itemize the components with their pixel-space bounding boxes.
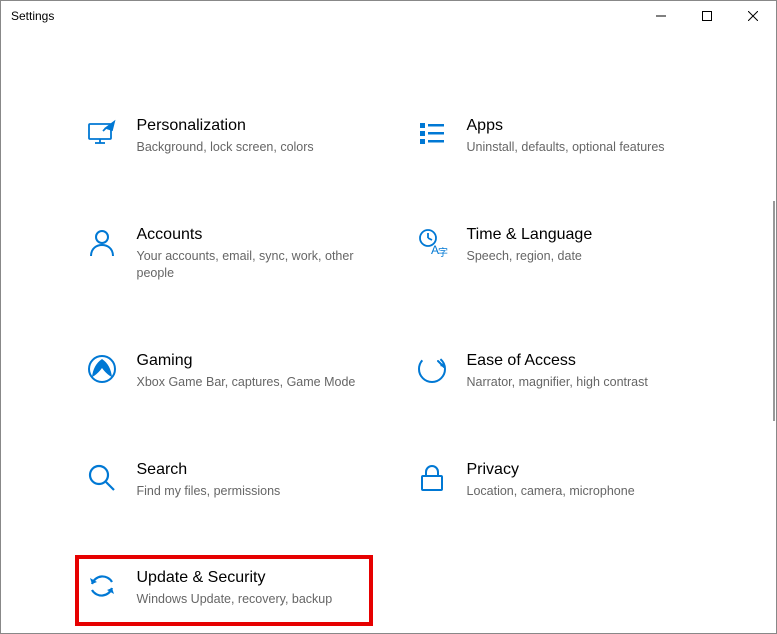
tile-title: Ease of Access (467, 352, 693, 370)
scrollbar[interactable] (773, 201, 775, 421)
settings-content: Personalization Background, lock screen,… (1, 31, 776, 633)
settings-grid: Personalization Background, lock screen,… (79, 111, 699, 618)
apps-icon (415, 117, 449, 151)
tile-title: Update & Security (137, 569, 363, 587)
tile-title: Gaming (137, 352, 363, 370)
tile-time-language[interactable]: A 字 Time & Language Speech, region, date (409, 220, 699, 288)
tile-desc: Uninstall, defaults, optional features (467, 139, 693, 156)
accounts-icon (85, 226, 119, 260)
tile-text: Gaming Xbox Game Bar, captures, Game Mod… (137, 352, 363, 391)
ease-of-access-icon (415, 352, 449, 386)
titlebar: Settings (1, 1, 776, 31)
minimize-button[interactable] (638, 1, 684, 31)
tile-title: Privacy (467, 461, 693, 479)
tile-apps[interactable]: Apps Uninstall, defaults, optional featu… (409, 111, 699, 162)
tile-search[interactable]: Search Find my files, permissions (79, 455, 369, 506)
maximize-button[interactable] (684, 1, 730, 31)
tile-text: Personalization Background, lock screen,… (137, 117, 363, 156)
tile-text: Privacy Location, camera, microphone (467, 461, 693, 500)
tile-title: Search (137, 461, 363, 479)
tile-update-security[interactable]: Update & Security Windows Update, recove… (75, 555, 373, 626)
svg-text:字: 字 (438, 246, 448, 259)
tile-personalization[interactable]: Personalization Background, lock screen,… (79, 111, 369, 162)
tile-desc: Your accounts, email, sync, work, other … (137, 248, 363, 282)
tile-title: Apps (467, 117, 693, 135)
tile-text: Accounts Your accounts, email, sync, wor… (137, 226, 363, 282)
time-language-icon: A 字 (415, 226, 449, 260)
close-button[interactable] (730, 1, 776, 31)
tile-desc: Xbox Game Bar, captures, Game Mode (137, 374, 363, 391)
update-icon (85, 569, 119, 603)
tile-gaming[interactable]: Gaming Xbox Game Bar, captures, Game Mod… (79, 346, 369, 397)
window-controls (638, 1, 776, 31)
gaming-icon (85, 352, 119, 386)
tile-title: Time & Language (467, 226, 693, 244)
personalization-icon (85, 117, 119, 151)
tile-text: Update & Security Windows Update, recove… (137, 569, 363, 608)
tile-text: Time & Language Speech, region, date (467, 226, 693, 265)
tile-privacy[interactable]: Privacy Location, camera, microphone (409, 455, 699, 506)
tile-title: Personalization (137, 117, 363, 135)
tile-text: Ease of Access Narrator, magnifier, high… (467, 352, 693, 391)
search-icon (85, 461, 119, 495)
tile-desc: Speech, region, date (467, 248, 693, 265)
tile-desc: Location, camera, microphone (467, 483, 693, 500)
tile-desc: Find my files, permissions (137, 483, 363, 500)
privacy-icon (415, 461, 449, 495)
tile-text: Search Find my files, permissions (137, 461, 363, 500)
tile-ease-of-access[interactable]: Ease of Access Narrator, magnifier, high… (409, 346, 699, 397)
tile-desc: Narrator, magnifier, high contrast (467, 374, 693, 391)
tile-text: Apps Uninstall, defaults, optional featu… (467, 117, 693, 156)
tile-title: Accounts (137, 226, 363, 244)
tile-desc: Background, lock screen, colors (137, 139, 363, 156)
tile-desc: Windows Update, recovery, backup (137, 591, 363, 608)
window-title: Settings (11, 9, 54, 23)
tile-accounts[interactable]: Accounts Your accounts, email, sync, wor… (79, 220, 369, 288)
